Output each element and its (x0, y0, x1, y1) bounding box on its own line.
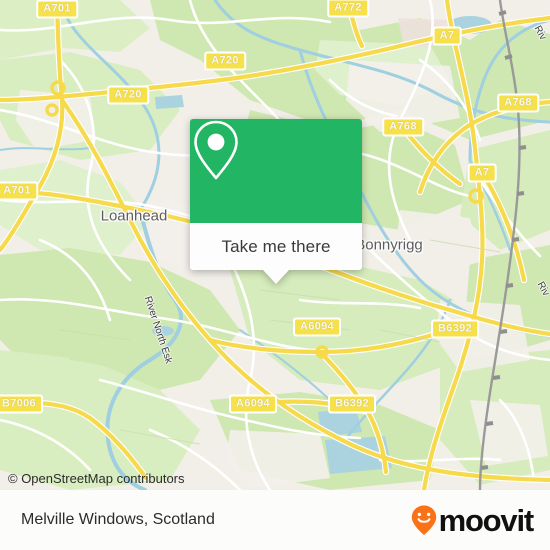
road-shield: B7006 (0, 394, 43, 414)
road-shield: A768 (382, 117, 424, 137)
take-me-there-card[interactable]: Take me there (190, 119, 362, 284)
location-title: Melville Windows, Scotland (21, 511, 215, 528)
road-shield: A772 (327, 0, 369, 18)
place-label-loanhead: Loanhead (100, 207, 168, 225)
card-footer[interactable]: Take me there (190, 223, 362, 284)
road-shield: A720 (107, 85, 149, 105)
moovit-smiley-pin-icon (411, 505, 436, 535)
card-header (190, 119, 362, 223)
place-label-bonnyrigg: Bonnyrigg (355, 236, 423, 254)
page-footer: Melville Windows, Scotland moovit (0, 490, 550, 550)
card-label: Take me there (221, 236, 331, 256)
road-shield: A720 (204, 51, 246, 71)
road-shield: A6094 (229, 394, 277, 414)
road-shield: A7 (467, 163, 497, 183)
card-pointer-tail (263, 270, 289, 284)
road-shield: B6392 (328, 394, 376, 414)
road-shield: A7 (432, 26, 462, 46)
road-shield: A6094 (293, 317, 341, 337)
road-shield: A701 (36, 0, 78, 19)
map-canvas[interactable]: A701 A772 A7 A720 A720 A768 A768 A7 A701… (0, 0, 550, 490)
map-page: A701 A772 A7 A720 A720 A768 A768 A7 A701… (0, 0, 550, 550)
road-shield: A768 (497, 93, 539, 113)
moovit-logo[interactable]: moovit (410, 502, 535, 538)
map-pin-icon (194, 120, 238, 180)
osm-attribution[interactable]: © OpenStreetMap contributors (8, 471, 185, 486)
road-shield: B6392 (431, 319, 479, 339)
moovit-wordmark: moovit (438, 502, 535, 538)
road-shield: A701 (0, 181, 38, 201)
